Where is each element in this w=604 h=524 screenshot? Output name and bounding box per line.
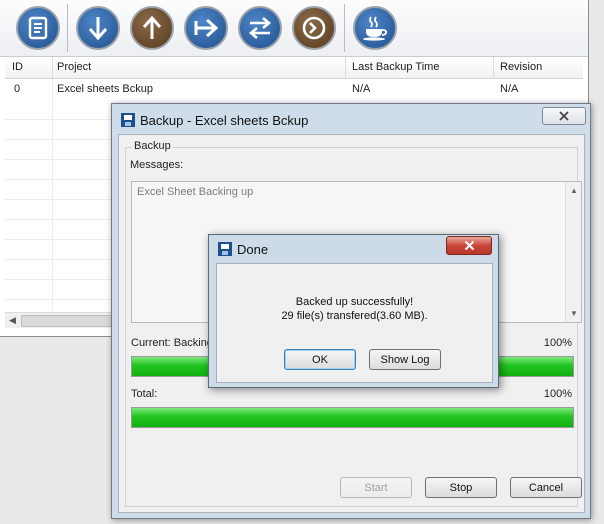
total-progress-bar [131,407,574,428]
cell-id: 0 [14,83,21,95]
messages-label: Messages: [130,159,184,171]
column-header-id[interactable]: ID [12,61,23,73]
done-dialog-body: Backed up successfully! 29 file(s) trans… [216,263,493,383]
grid-column-line [52,79,53,311]
scroll-up-icon[interactable]: ▲ [570,186,578,195]
arrow-right-icon [194,18,219,38]
done-dialog-title: Done [237,242,269,257]
cell-revision: N/A [500,83,519,95]
donate-button[interactable] [353,6,397,50]
toolbar [0,0,588,57]
show-log-button[interactable]: Show Log [369,349,441,370]
scroll-thumb[interactable] [21,315,113,327]
horizontal-scrollbar[interactable]: ◀ [5,312,115,328]
coffee-cup-icon [363,16,388,41]
total-percent: 100% [543,388,572,400]
done-dialog-close-button[interactable] [446,236,492,255]
arrow-down-icon [88,17,108,41]
column-header-last-backup-time[interactable]: Last Backup Time [352,61,439,73]
cancel-button[interactable]: Cancel [510,477,582,498]
column-divider [493,57,494,78]
sync-arrows-icon [248,17,272,39]
table-header: ID Project Last Backup Time Revision [5,57,583,79]
scroll-left-icon[interactable]: ◀ [9,315,16,326]
app-logo-icon [218,242,232,256]
clock-icon [302,16,326,40]
app-logo-icon [121,113,135,127]
done-dialog: Done Backed up successfully! 29 file(s) … [208,234,499,388]
schedule-button[interactable] [292,6,336,50]
column-header-revision[interactable]: Revision [500,61,542,73]
ok-button[interactable]: OK [284,349,356,370]
backup-window-close-button[interactable] [542,107,586,125]
cell-last-backup-time: N/A [352,83,371,95]
sync-button[interactable] [238,6,282,50]
current-label: Current: Backing [131,337,213,349]
column-header-project[interactable]: Project [57,61,91,73]
done-message-files: 29 file(s) transfered(3.60 MB). [281,310,428,322]
current-percent: 100% [543,337,572,349]
document-button[interactable] [16,6,60,50]
toolbar-separator [344,4,345,52]
close-icon [464,240,474,251]
total-label: Total: [131,388,158,400]
start-button[interactable]: Start [340,477,412,498]
restore-up-button[interactable] [130,6,174,50]
backup-group-label: Backup [132,140,173,152]
total-progress-fill [132,408,573,427]
backup-window-title: Backup - Excel sheets Bckup [140,113,309,128]
export-button[interactable] [184,6,228,50]
close-icon [559,111,569,121]
messages-vertical-scrollbar[interactable]: ▲ ▼ [565,182,581,322]
document-icon [28,16,48,40]
arrow-up-icon [142,15,162,39]
scroll-down-icon[interactable]: ▼ [570,309,578,318]
table-row[interactable]: 0 Excel sheets Bckup N/A N/A [5,79,583,101]
column-divider [345,57,346,78]
column-divider [52,57,53,78]
cell-project: Excel sheets Bckup [57,83,153,95]
done-message-success: Backed up successfully! [295,296,414,308]
message-line: Excel Sheet Backing up [137,186,254,198]
backup-down-button[interactable] [76,6,120,50]
toolbar-separator [67,4,68,52]
stop-button[interactable]: Stop [425,477,497,498]
